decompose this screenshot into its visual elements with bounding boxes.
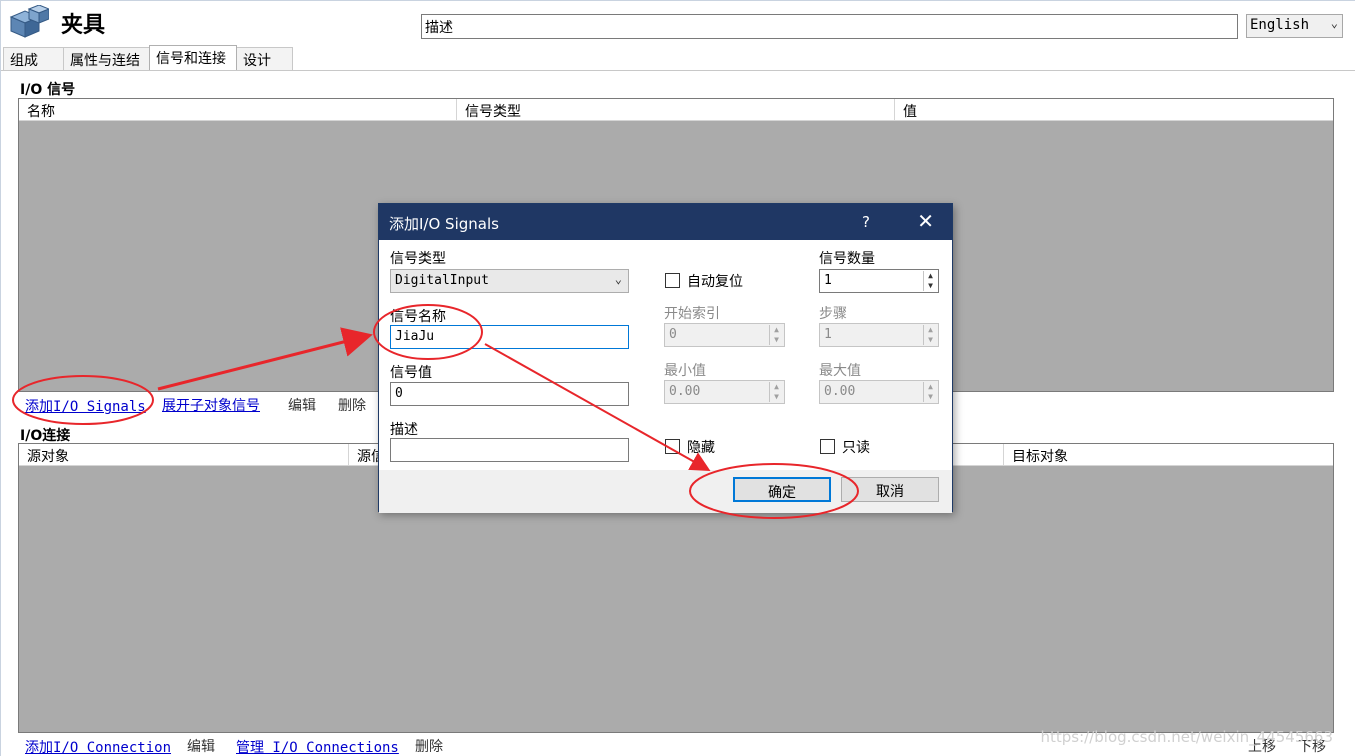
arrow-icon [157, 327, 373, 391]
annotation-overlay [12, 304, 859, 519]
highlight-ellipse [689, 463, 859, 519]
station-window: 夹具 描述 English ⌄ 组成 属性与连结 信号和连接 设计 I/O 信号… [0, 0, 1355, 756]
highlight-ellipse [373, 304, 483, 360]
highlight-ellipse [12, 375, 154, 425]
arrow-icon [484, 343, 711, 471]
